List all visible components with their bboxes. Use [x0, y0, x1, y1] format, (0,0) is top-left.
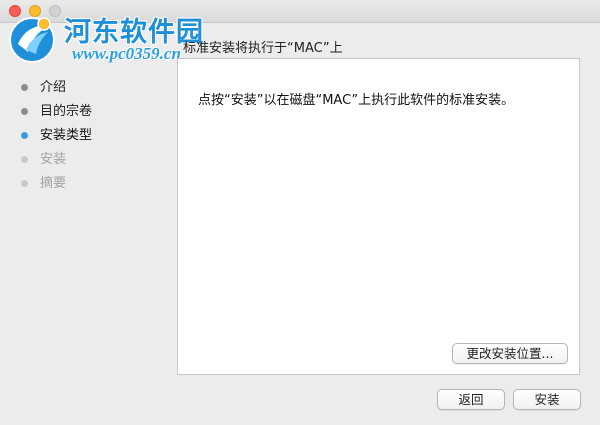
- step-active-bullet-icon: [21, 132, 28, 139]
- watermark-url: www.pc0359.cn: [72, 44, 181, 63]
- step-label: 安装: [40, 152, 67, 167]
- step-label: 介绍: [40, 80, 67, 95]
- installer-window: 河东软件园 www.pc0359.cn 标准安装将执行于“MAC”上 介绍 目的…: [0, 0, 600, 425]
- install-button[interactable]: 安装: [513, 389, 581, 410]
- page-heading: 标准安装将执行于“MAC”上: [183, 41, 343, 56]
- step-bullet-icon: [21, 180, 28, 187]
- step-bullet-icon: [21, 108, 28, 115]
- step-summary: 摘要: [18, 172, 92, 196]
- step-label: 目的宗卷: [40, 104, 93, 119]
- installer-steps: 介绍 目的宗卷 安装类型 安装 摘要: [18, 76, 92, 196]
- step-bullet-icon: [21, 84, 28, 91]
- step-introduction: 介绍: [18, 76, 92, 100]
- step-bullet-icon: [21, 156, 28, 163]
- install-message: 点按“安装”以在磁盘“MAC”上执行此软件的标准安装。: [198, 93, 515, 108]
- step-destination: 目的宗卷: [18, 100, 92, 124]
- step-label: 摘要: [40, 176, 67, 191]
- change-install-location-button[interactable]: 更改安装位置...: [452, 343, 568, 364]
- content-panel: 点按“安装”以在磁盘“MAC”上执行此软件的标准安装。 更改安装位置...: [177, 58, 580, 375]
- step-label: 安装类型: [40, 128, 93, 143]
- step-installation: 安装: [18, 148, 92, 172]
- back-button[interactable]: 返回: [437, 389, 505, 410]
- step-installation-type: 安装类型: [18, 124, 92, 148]
- watermark-logo-icon: [9, 17, 55, 63]
